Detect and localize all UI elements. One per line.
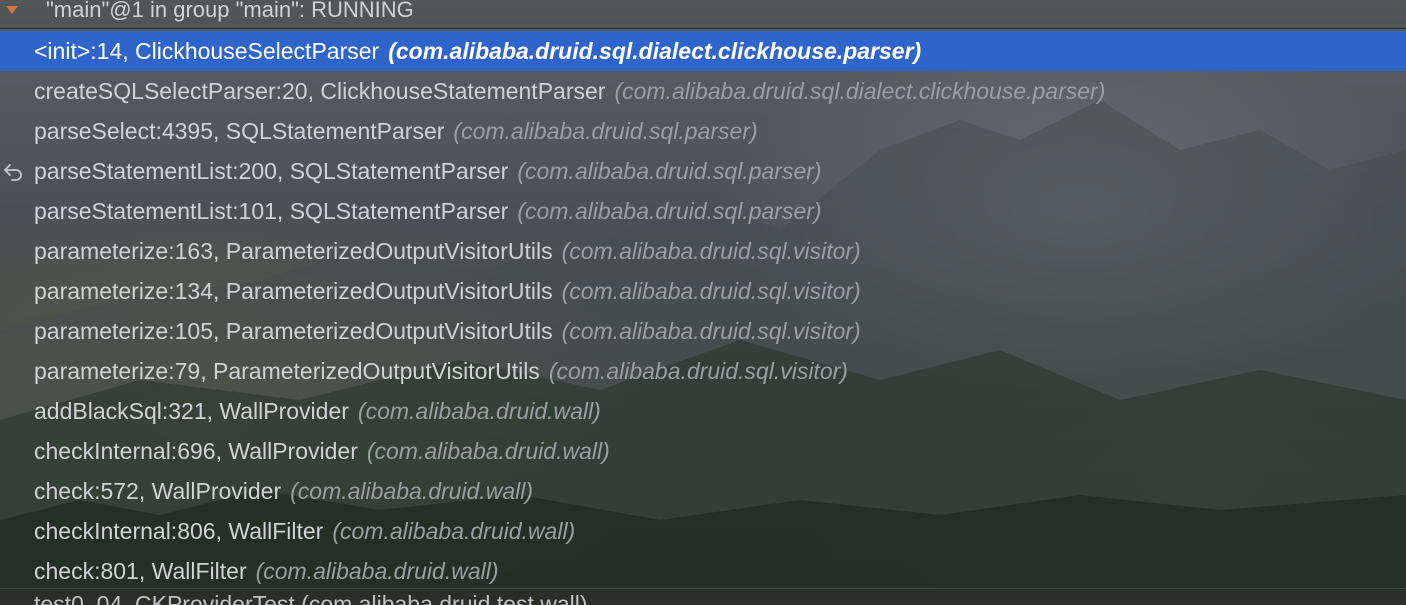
frame-package: (com.alibaba.druid.wall)	[290, 477, 534, 504]
stack-frame-row[interactable]: parseSelect:4395, SQLStatementParser (co…	[0, 111, 1406, 151]
frame-method: parameterize:79, ParameterizedOutputVisi…	[34, 357, 540, 384]
stack-frame-row[interactable]: check:801, WallFilter (com.alibaba.druid…	[0, 551, 1406, 591]
frame-method: createSQLSelectParser:20, ClickhouseStat…	[34, 77, 606, 104]
frame-method: checkInternal:696, WallProvider	[34, 437, 358, 464]
stack-frame-row[interactable]: parameterize:79, ParameterizedOutputVisi…	[0, 351, 1406, 391]
stack-frame-row[interactable]: checkInternal:696, WallProvider (com.ali…	[0, 431, 1406, 471]
frame-method: <init>:14, ClickhouseSelectParser	[34, 37, 380, 64]
stack-frame-row[interactable]: parseStatementList:200, SQLStatementPars…	[0, 151, 1406, 191]
frame-method: parseStatementList:200, SQLStatementPars…	[34, 157, 509, 184]
stack-frame-row[interactable]: parameterize:163, ParameterizedOutputVis…	[0, 231, 1406, 271]
stack-frame-row[interactable]: parameterize:105, ParameterizedOutputVis…	[0, 311, 1406, 351]
frame-package: (com.alibaba.druid.sql.parser)	[517, 157, 822, 184]
frame-method: addBlackSql:321, WallProvider	[34, 397, 349, 424]
stack-frame-row[interactable]: parameterize:134, ParameterizedOutputVis…	[0, 271, 1406, 311]
frame-package: (com.alibaba.druid.sql.visitor)	[561, 237, 861, 264]
frame-package: (com.alibaba.druid.sql.dialect.clickhous…	[614, 77, 1106, 104]
frame-package: (com.alibaba.druid.sql.visitor)	[561, 317, 861, 344]
frame-package: (com.alibaba.druid.wall)	[255, 557, 499, 584]
frame-package: (com.alibaba.druid.wall)	[357, 397, 601, 424]
thread-header-label: "main"@1 in group "main": RUNNING	[46, 0, 414, 22]
partial-stack-frame-row[interactable]: test0_04, CKProviderTest (com.alibaba.dr…	[0, 588, 1406, 605]
frame-package: (com.alibaba.druid.wall)	[366, 437, 610, 464]
stack-frame-row[interactable]: <init>:14, ClickhouseSelectParser (com.a…	[0, 31, 1406, 71]
frame-method: parameterize:134, ParameterizedOutputVis…	[34, 277, 553, 304]
stack-frame-row[interactable]: createSQLSelectParser:20, ClickhouseStat…	[0, 71, 1406, 111]
stack-frame-row[interactable]: addBlackSql:321, WallProvider (com.aliba…	[0, 391, 1406, 431]
frame-method: check:572, WallProvider	[34, 477, 282, 504]
frame-package: (com.alibaba.druid.sql.parser)	[517, 197, 822, 224]
stack-frames-list: <init>:14, ClickhouseSelectParser (com.a…	[0, 31, 1406, 591]
frame-method: parameterize:105, ParameterizedOutputVis…	[34, 317, 553, 344]
frame-method: parseStatementList:101, SQLStatementPars…	[34, 197, 509, 224]
frame-package: (com.alibaba.druid.sql.visitor)	[548, 357, 848, 384]
partial-frame-text: test0_04, CKProviderTest (com.alibaba.dr…	[34, 591, 588, 605]
frame-method: parseSelect:4395, SQLStatementParser	[34, 117, 445, 144]
frame-method: checkInternal:806, WallFilter	[34, 517, 324, 544]
frame-method: check:801, WallFilter	[34, 557, 247, 584]
thread-header[interactable]: "main"@1 in group "main": RUNNING	[0, 0, 1406, 29]
frame-package: (com.alibaba.druid.wall)	[332, 517, 576, 544]
thread-state-marker-icon	[6, 6, 18, 14]
frame-package: (com.alibaba.druid.sql.dialect.clickhous…	[388, 37, 922, 64]
frame-method: parameterize:163, ParameterizedOutputVis…	[34, 237, 553, 264]
stack-frame-row[interactable]: checkInternal:806, WallFilter (com.aliba…	[0, 511, 1406, 551]
return-arrow-icon[interactable]	[2, 160, 24, 182]
frame-package: (com.alibaba.druid.sql.parser)	[453, 117, 758, 144]
stack-frame-row[interactable]: check:572, WallProvider (com.alibaba.dru…	[0, 471, 1406, 511]
frame-package: (com.alibaba.druid.sql.visitor)	[561, 277, 861, 304]
stack-frame-row[interactable]: parseStatementList:101, SQLStatementPars…	[0, 191, 1406, 231]
